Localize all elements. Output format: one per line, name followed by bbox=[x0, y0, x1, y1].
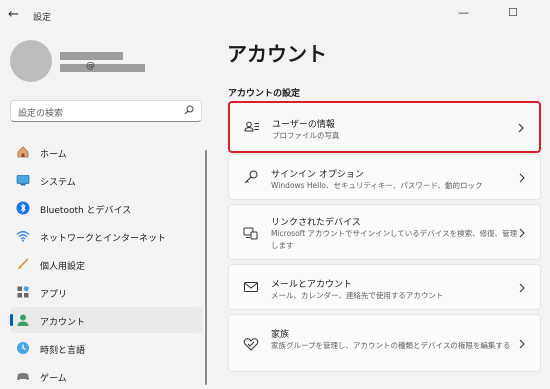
sidebar-item-label: アプリ bbox=[40, 290, 68, 300]
card-description: Windows Hello、セキュリティキー、パスワード、動的ロック bbox=[271, 181, 483, 190]
key-icon bbox=[244, 170, 258, 184]
sidebar-item-bluetooth[interactable]: Bluetooth とデバイス bbox=[10, 195, 202, 221]
card-family[interactable]: 家族 家族グループを管理し、アカウントの種類とデバイスの権限を編集する bbox=[228, 314, 541, 372]
sidebar-item-network[interactable]: ネットワークとインターネット bbox=[10, 223, 202, 249]
sidebar-item-gaming[interactable]: ゲーム bbox=[10, 363, 202, 389]
user-info-icon bbox=[244, 121, 259, 132]
sidebar-item-label: アカウント bbox=[40, 318, 86, 328]
card-title: サインイン オプション bbox=[271, 170, 364, 180]
apps-icon bbox=[17, 285, 30, 298]
card-linked-devices[interactable]: リンクされたデバイス Microsoft アカウントでサインインしているデバイス… bbox=[228, 204, 541, 260]
sidebar-item-label: ゲーム bbox=[40, 374, 67, 384]
sidebar-item-time-language[interactable]: 時刻と言語 bbox=[10, 335, 202, 361]
search-placeholder: 設定の検索 bbox=[18, 109, 64, 119]
personalization-icon bbox=[17, 258, 29, 270]
minimize-icon[interactable]: — bbox=[458, 6, 469, 19]
sidebar-item-personalization[interactable]: 個人用設定 bbox=[10, 251, 202, 277]
system-icon bbox=[16, 175, 30, 186]
maximize-icon[interactable]: ☐ bbox=[508, 6, 518, 19]
chevron-right-icon bbox=[518, 123, 524, 133]
email-at-sign: @ bbox=[86, 61, 95, 71]
chevron-right-icon bbox=[519, 173, 525, 183]
sidebar-item-system[interactable]: システム bbox=[10, 167, 202, 193]
sidebar-item-home[interactable]: ホーム bbox=[10, 139, 202, 165]
title-bar: ← 設定 — ☐ bbox=[0, 0, 550, 32]
sidebar-scrollbar[interactable] bbox=[205, 150, 207, 385]
app-title: 設定 bbox=[33, 13, 52, 23]
search-icon bbox=[184, 105, 194, 115]
card-description: Microsoft アカウントでサインインしているデバイスを検索、修復、管理しま… bbox=[271, 229, 518, 250]
sidebar-item-apps[interactable]: アプリ bbox=[10, 279, 202, 305]
sidebar-item-label: Bluetooth とデバイス bbox=[40, 206, 132, 216]
section-title: アカウントの設定 bbox=[228, 89, 301, 99]
family-heart-icon bbox=[243, 338, 259, 351]
card-description: メール、カレンダー、連絡先で使用するアカウント bbox=[271, 291, 444, 300]
linked-devices-icon bbox=[243, 227, 258, 240]
page-title: アカウント bbox=[227, 42, 327, 66]
chevron-right-icon bbox=[519, 228, 525, 238]
chevron-right-icon bbox=[519, 283, 525, 293]
sidebar-item-label: 個人用設定 bbox=[40, 262, 86, 272]
card-title: ユーザーの情報 bbox=[272, 120, 335, 130]
back-arrow-icon[interactable]: ← bbox=[8, 8, 22, 22]
sidebar-item-label: システム bbox=[40, 178, 76, 188]
avatar bbox=[10, 40, 52, 82]
active-indicator bbox=[10, 314, 13, 326]
card-title: リンクされたデバイス bbox=[271, 218, 361, 228]
redacted-email bbox=[60, 64, 145, 72]
chevron-right-icon bbox=[519, 339, 525, 349]
card-sign-in-options[interactable]: サインイン オプション Windows Hello、セキュリティキー、パスワード… bbox=[228, 154, 541, 200]
bluetooth-icon bbox=[16, 201, 30, 215]
time-language-icon bbox=[17, 342, 29, 354]
card-description: プロファイルの写真 bbox=[272, 131, 340, 140]
search-input[interactable]: 設定の検索 bbox=[10, 100, 202, 122]
gaming-icon bbox=[17, 373, 29, 380]
sidebar-item-label: ネットワークとインターネット bbox=[40, 234, 167, 244]
sidebar-item-label: ホーム bbox=[40, 150, 67, 160]
sidebar-item-label: 時刻と言語 bbox=[40, 346, 86, 356]
home-icon bbox=[17, 146, 29, 158]
card-user-info[interactable]: ユーザーの情報 プロファイルの写真 bbox=[228, 101, 541, 153]
account-icon bbox=[17, 314, 29, 326]
network-icon bbox=[16, 231, 30, 242]
sidebar-item-account[interactable]: アカウント bbox=[10, 307, 202, 333]
card-title: メールとアカウント bbox=[271, 280, 353, 290]
card-title: 家族 bbox=[271, 330, 290, 340]
mail-icon bbox=[244, 282, 258, 292]
card-email-accounts[interactable]: メールとアカウント メール、カレンダー、連絡先で使用するアカウント bbox=[228, 264, 541, 310]
redacted-username bbox=[60, 52, 123, 60]
card-description: 家族グループを管理し、アカウントの種類とデバイスの権限を編集する bbox=[271, 341, 511, 350]
